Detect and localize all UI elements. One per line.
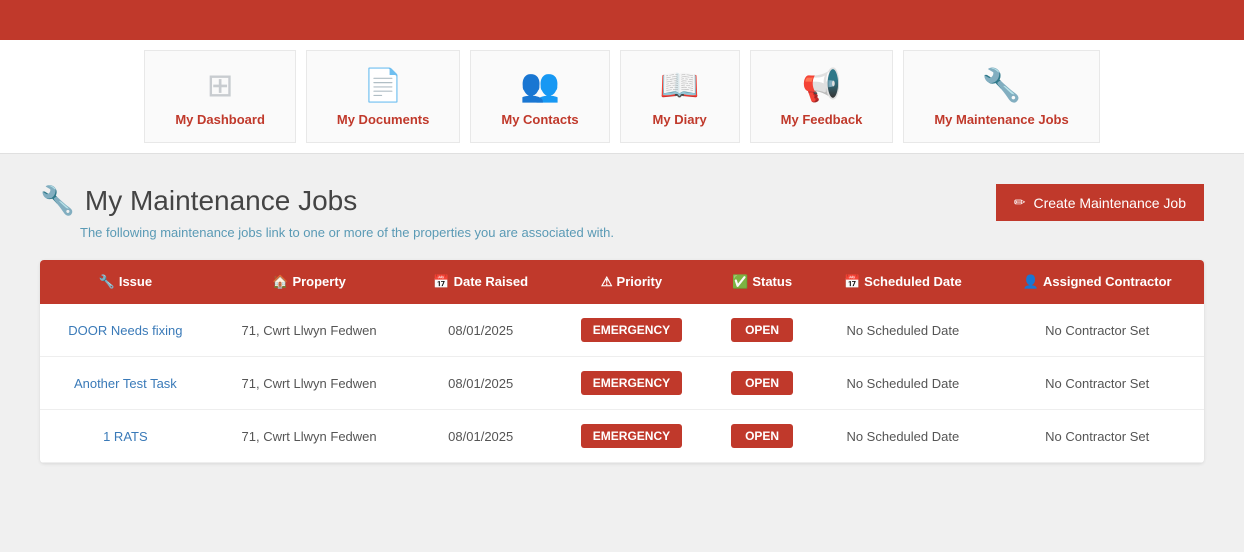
row-2-priority: EMERGENCY xyxy=(554,410,709,463)
nav-item-maintenance[interactable]: 🔧 My Maintenance Jobs xyxy=(903,50,1099,143)
issue-link-0[interactable]: DOOR Needs fixing xyxy=(68,323,182,338)
row-0-assigned-contractor: No Contractor Set xyxy=(990,304,1204,357)
contacts-label: My Contacts xyxy=(501,112,578,127)
maintenance-table: 🔧Issue🏠Property📅Date Raised⚠Priority✅Sta… xyxy=(40,260,1204,463)
contacts-icon: 👥 xyxy=(520,66,560,104)
priority-header-icon: ⚠ xyxy=(601,274,613,289)
diary-label: My Diary xyxy=(653,112,707,127)
date_raised-header-icon: 📅 xyxy=(433,274,449,289)
row-2-status: OPEN xyxy=(709,410,815,463)
row-0-property: 71, Cwrt Llwyn Fedwen xyxy=(211,304,408,357)
table-row: 1 RATS 71, Cwrt Llwyn Fedwen08/01/2025 EME… xyxy=(40,410,1204,463)
create-maintenance-job-button[interactable]: ✏ Create Maintenance Job xyxy=(996,184,1204,221)
th-issue: 🔧Issue xyxy=(40,260,211,304)
th-priority: ⚠Priority xyxy=(554,260,709,304)
nav-item-documents[interactable]: 📄 My Documents xyxy=(306,50,460,143)
th-scheduled_date: 📅Scheduled Date xyxy=(815,260,990,304)
navigation-bar: ⊞ My Dashboard 📄 My Documents 👥 My Conta… xyxy=(0,40,1244,154)
dashboard-icon: ⊞ xyxy=(207,66,234,104)
main-content: 🔧 My Maintenance Jobs The following main… xyxy=(0,154,1244,493)
status-badge-2: OPEN xyxy=(731,424,793,448)
table-row: DOOR Needs fixing 71, Cwrt Llwyn Fedwen08… xyxy=(40,304,1204,357)
feedback-icon: 📢 xyxy=(802,66,842,104)
issue-header-icon: 🔧 xyxy=(99,274,115,289)
row-0-issue[interactable]: DOOR Needs fixing xyxy=(40,304,211,357)
diary-icon: 📖 xyxy=(660,66,700,104)
documents-label: My Documents xyxy=(337,112,429,127)
table-body: DOOR Needs fixing71, Cwrt Llwyn Fedwen08… xyxy=(40,304,1204,463)
maintenance-label: My Maintenance Jobs xyxy=(934,112,1068,127)
documents-icon: 📄 xyxy=(363,66,403,104)
edit-icon: ✏ xyxy=(1014,194,1026,211)
scheduled_date-header-icon: 📅 xyxy=(844,274,860,289)
row-2-date-raised: 08/01/2025 xyxy=(407,410,554,463)
th-status: ✅Status xyxy=(709,260,815,304)
dashboard-label: My Dashboard xyxy=(175,112,265,127)
page-subtitle: The following maintenance jobs link to o… xyxy=(80,225,614,240)
status-header-icon: ✅ xyxy=(732,274,748,289)
status-badge-1: OPEN xyxy=(731,371,793,395)
page-title-section: 🔧 My Maintenance Jobs The following main… xyxy=(40,184,614,240)
maintenance-table-container: 🔧Issue🏠Property📅Date Raised⚠Priority✅Sta… xyxy=(40,260,1204,463)
top-bar xyxy=(0,0,1244,40)
issue-link-2[interactable]: 1 RATS xyxy=(103,429,148,444)
nav-item-contacts[interactable]: 👥 My Contacts xyxy=(470,50,609,143)
table-header: 🔧Issue🏠Property📅Date Raised⚠Priority✅Sta… xyxy=(40,260,1204,304)
row-0-status: OPEN xyxy=(709,304,815,357)
row-2-property: 71, Cwrt Llwyn Fedwen xyxy=(211,410,408,463)
th-assigned_contractor: 👤Assigned Contractor xyxy=(990,260,1204,304)
header-row: 🔧Issue🏠Property📅Date Raised⚠Priority✅Sta… xyxy=(40,260,1204,304)
page-title: 🔧 My Maintenance Jobs xyxy=(40,184,614,217)
row-2-scheduled-date: No Scheduled Date xyxy=(815,410,990,463)
page-header: 🔧 My Maintenance Jobs The following main… xyxy=(40,184,1204,240)
row-2-issue[interactable]: 1 RATS xyxy=(40,410,211,463)
row-0-scheduled-date: No Scheduled Date xyxy=(815,304,990,357)
feedback-label: My Feedback xyxy=(781,112,863,127)
table-row: Another Test Task 71, Cwrt Llwyn Fedwen08… xyxy=(40,357,1204,410)
row-1-scheduled-date: No Scheduled Date xyxy=(815,357,990,410)
wrench-icon: 🔧 xyxy=(40,184,75,217)
row-2-assigned-contractor: No Contractor Set xyxy=(990,410,1204,463)
property-header-icon: 🏠 xyxy=(272,274,288,289)
page-heading: My Maintenance Jobs xyxy=(85,185,357,217)
th-property: 🏠Property xyxy=(211,260,408,304)
row-1-assigned-contractor: No Contractor Set xyxy=(990,357,1204,410)
priority-badge-0: EMERGENCY xyxy=(581,318,682,342)
issue-link-1[interactable]: Another Test Task xyxy=(74,376,177,391)
status-badge-0: OPEN xyxy=(731,318,793,342)
create-button-label: Create Maintenance Job xyxy=(1033,195,1186,211)
maintenance-icon: 🔧 xyxy=(982,66,1022,104)
th-date_raised: 📅Date Raised xyxy=(407,260,554,304)
row-1-date-raised: 08/01/2025 xyxy=(407,357,554,410)
nav-item-feedback[interactable]: 📢 My Feedback xyxy=(750,50,894,143)
row-1-issue[interactable]: Another Test Task xyxy=(40,357,211,410)
priority-badge-1: EMERGENCY xyxy=(581,371,682,395)
priority-badge-2: EMERGENCY xyxy=(581,424,682,448)
nav-item-dashboard[interactable]: ⊞ My Dashboard xyxy=(144,50,296,143)
assigned_contractor-header-icon: 👤 xyxy=(1023,274,1039,289)
row-0-date-raised: 08/01/2025 xyxy=(407,304,554,357)
row-1-property: 71, Cwrt Llwyn Fedwen xyxy=(211,357,408,410)
nav-item-diary[interactable]: 📖 My Diary xyxy=(620,50,740,143)
row-1-priority: EMERGENCY xyxy=(554,357,709,410)
row-0-priority: EMERGENCY xyxy=(554,304,709,357)
row-1-status: OPEN xyxy=(709,357,815,410)
